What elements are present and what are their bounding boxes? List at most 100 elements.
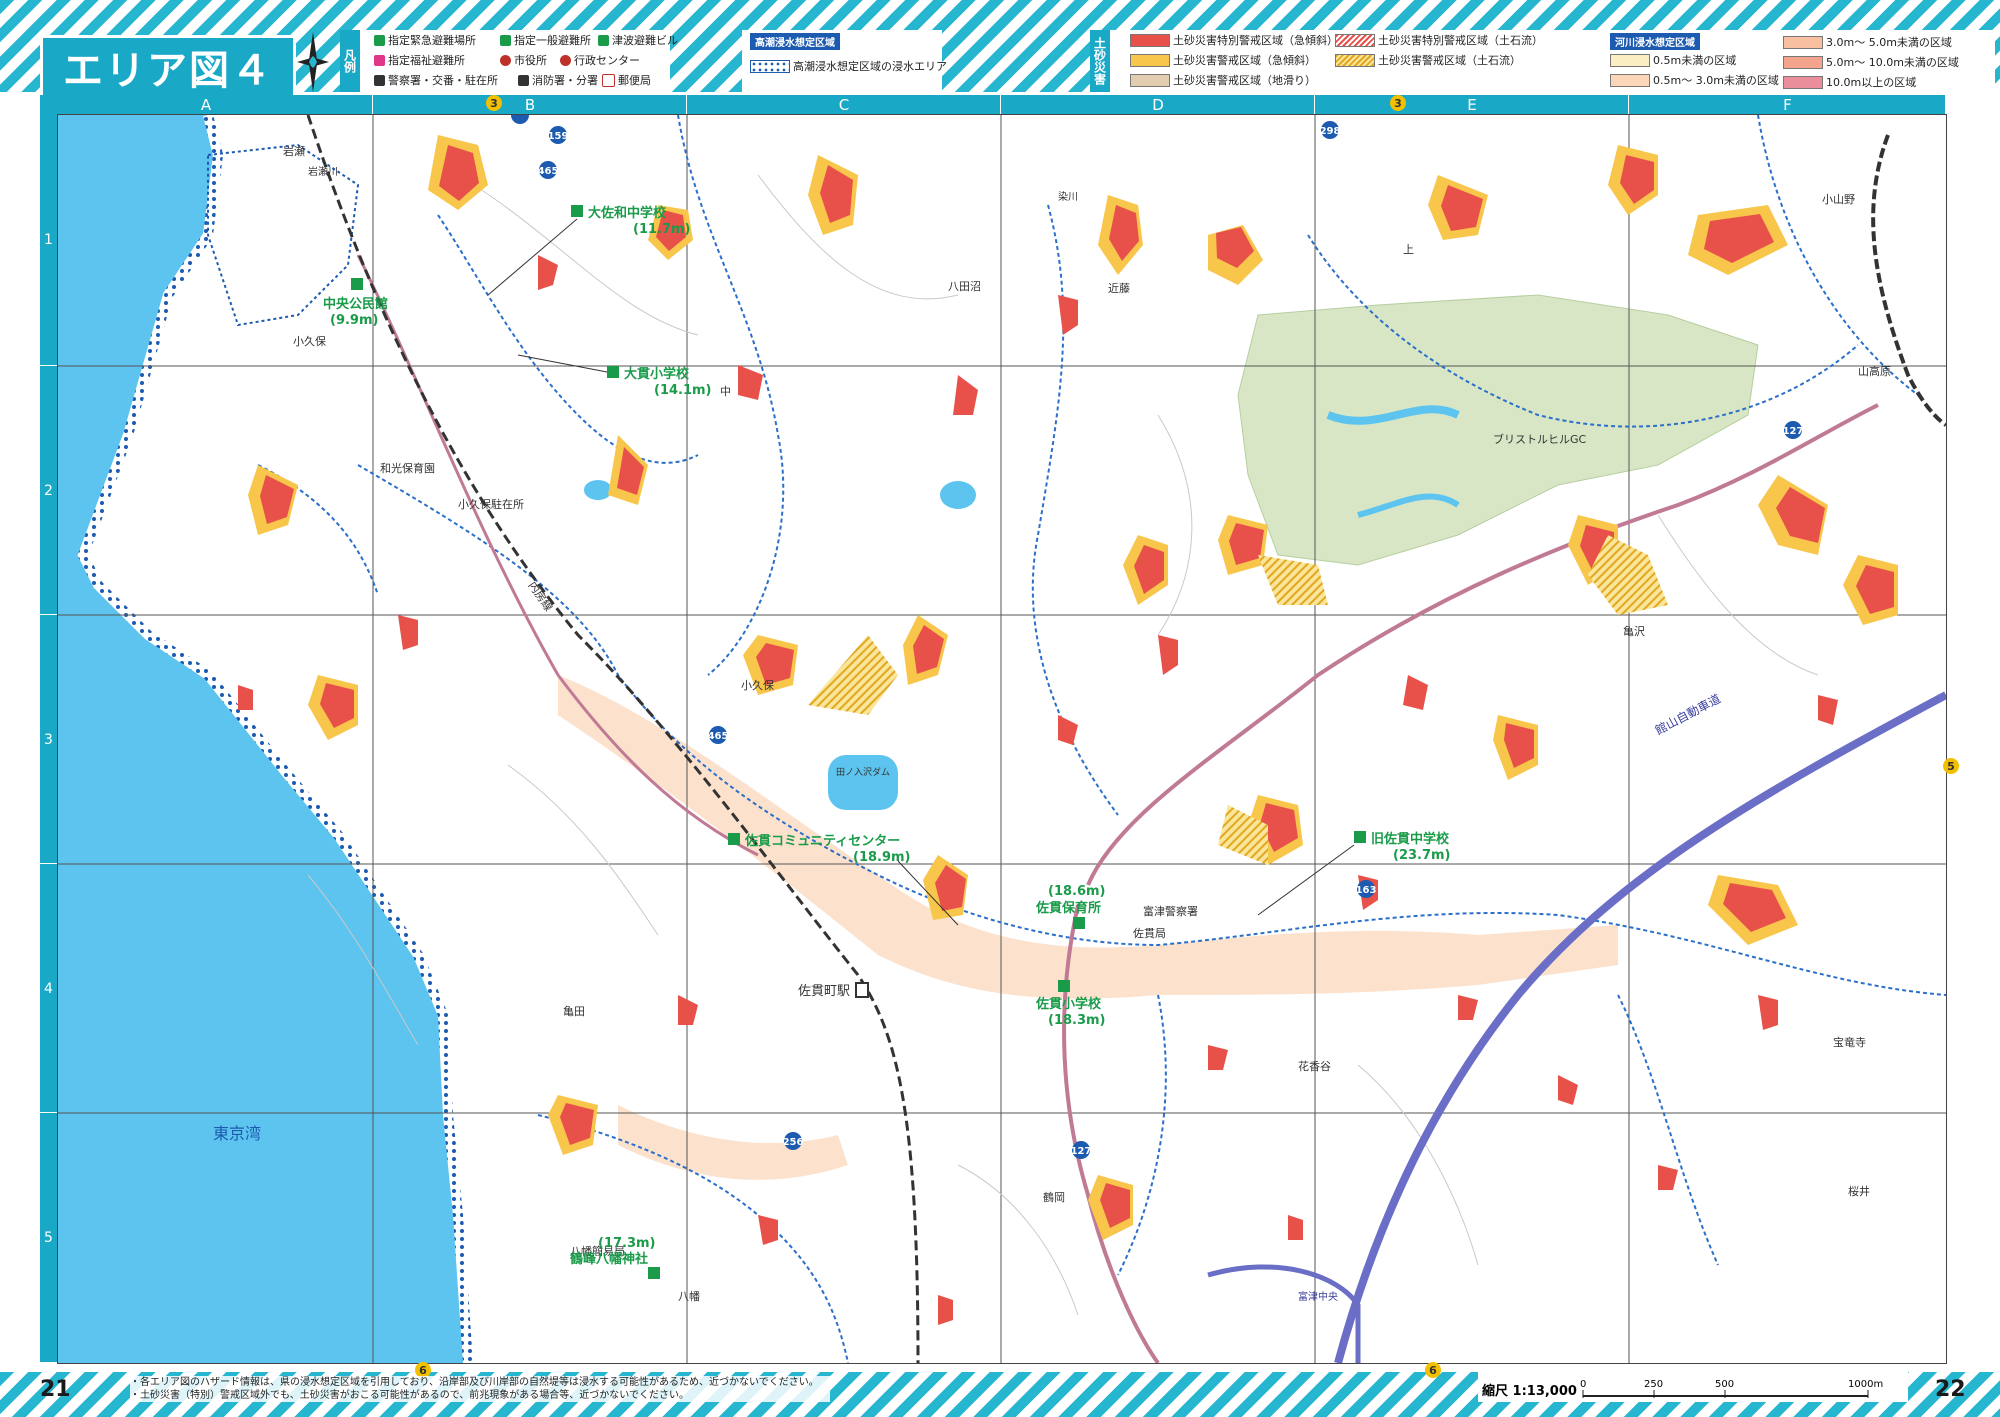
legend-item: 津波避難ビル: [598, 32, 678, 48]
route-shield: 465: [538, 161, 559, 179]
emergency-shelter-icon: [374, 34, 385, 46]
legend-item: 5.0m～ 10.0m未満の区域: [1783, 54, 1959, 70]
station-label: 佐貫町駅: [798, 984, 850, 999]
scale-tick: 500: [1715, 1379, 1734, 1390]
river-label: 岩瀬川: [308, 165, 338, 178]
legend-title: 土砂災害: [1090, 30, 1110, 92]
grid-col-label: F: [1628, 95, 1946, 114]
route-shield: 256: [783, 1132, 804, 1150]
place-label: 八田沼: [948, 279, 981, 293]
municipal-boundary: [1871, 134, 1946, 427]
svg-text:127: 127: [1071, 1146, 1092, 1157]
grid-col-label: E: [1314, 95, 1629, 114]
route-shield: 298: [1320, 121, 1341, 139]
grid-col-label: B: [372, 95, 687, 114]
scale-tick: 1000m: [1848, 1379, 1883, 1390]
place-label: 亀沢: [1623, 624, 1645, 638]
page-ref-badge[interactable]: 3: [486, 95, 502, 111]
page-ref-badge[interactable]: 3: [1390, 95, 1406, 111]
golf-course-area: [1237, 294, 1759, 566]
grid-col-label: D: [1000, 95, 1315, 114]
interchange-label: 富津中央: [1298, 1290, 1338, 1303]
general-shelter-icon: [500, 34, 511, 46]
shelter-marker: 中央公民館 (9.9m): [323, 278, 388, 328]
route-shield: [511, 115, 529, 124]
grid-col-label: A: [200, 95, 212, 114]
legend-item: 郵便局: [602, 72, 651, 88]
page-ref-badge[interactable]: 6: [1425, 1362, 1441, 1378]
place-label: 岩瀬: [283, 144, 305, 158]
place-label: 小山野: [1822, 193, 1855, 206]
grid-col-label: C: [686, 95, 1001, 114]
scale-tick: 250: [1644, 1379, 1663, 1390]
place-label: 近藤: [1108, 282, 1130, 295]
page-ref-badge[interactable]: 5: [1943, 758, 1959, 774]
svg-text:127: 127: [1783, 426, 1804, 437]
legend-item: 0.5m未満の区域: [1610, 52, 1736, 68]
storm-surge-swatch: [750, 59, 790, 73]
expressway-label: 館山自動車道: [1652, 691, 1723, 738]
place-label: 田ノ入沢ダム: [836, 766, 890, 778]
page-number-left: 21: [40, 1377, 71, 1402]
police-icon: [374, 74, 385, 86]
place-label: 小久保駐在所: [458, 497, 524, 511]
scale-bar: 縮尺 1:13,000 0 250 500 1000m: [1478, 1372, 1908, 1402]
city-hall-icon: [500, 54, 511, 66]
place-label: 花香谷: [1298, 1060, 1331, 1073]
shelter-name: 鶴峰八幡神社: [570, 1251, 648, 1267]
storm-surge-legend: 高潮浸水想定区域 高潮浸水想定区域の浸水エリア: [742, 30, 947, 92]
legend-heading: 高潮浸水想定区域: [750, 33, 840, 50]
shelter-name: 佐貫小学校: [1035, 996, 1102, 1012]
place-label: 上: [1403, 243, 1414, 256]
svg-text:163: 163: [1356, 885, 1377, 896]
page-number-right: 22: [1935, 1377, 1966, 1402]
svg-text:465: 465: [708, 731, 729, 742]
place-label: 鶴岡: [1043, 1190, 1065, 1204]
legend-item: 土砂災害警戒区域（急傾斜）: [1130, 52, 1316, 68]
place-label: 亀田: [563, 1004, 585, 1018]
shelter-elevation: (18.6m): [1048, 884, 1106, 899]
shelter-name: 大貫小学校: [624, 366, 690, 382]
post-office-icon: [602, 73, 615, 87]
hazard-legend: 土砂災害 土砂災害特別警戒区域（急傾斜） 土砂災害特別警戒区域（土石流） 土砂災…: [1090, 30, 1995, 92]
shelter-name: 旧佐貫中学校: [1371, 831, 1450, 847]
legend-item: 行政センター: [560, 52, 640, 68]
shelter-elevation: (11.7m): [633, 222, 691, 237]
footnote-line: ・土砂災害（特別）警戒区域外でも、土砂災害がおこる可能性があるので、前兆現象があ…: [130, 1390, 689, 1401]
shelter-marker: (18.6m) 佐貫保育所: [1035, 884, 1106, 929]
svg-text:465: 465: [538, 166, 559, 177]
svg-text:298: 298: [1320, 126, 1341, 137]
river-flood-zone: [558, 675, 1618, 999]
bay-label: 東京湾: [213, 1124, 261, 1143]
place-label: 山高原: [1858, 364, 1891, 378]
fire-station-icon: [518, 74, 529, 86]
place-label: 小久保: [741, 678, 774, 692]
station-icon: [855, 982, 869, 998]
hazard-map[interactable]: 159 298 127 163 256 465 127 465 岩瀬 小久保 和…: [57, 114, 1947, 1364]
legend-item: 土砂災害特別警戒区域（土石流）: [1335, 32, 1543, 48]
legend-title: 凡例: [340, 30, 360, 92]
shelter-elevation: (9.9m): [330, 313, 378, 328]
legend-item: 土砂災害警戒区域（土石流）: [1335, 52, 1521, 68]
legend-item: 土砂災害警戒区域（地滑り）: [1130, 72, 1316, 88]
shelter-elevation: (23.7m): [1393, 848, 1451, 863]
shelter-elevation: (14.1m): [654, 383, 712, 398]
place-label: ブリストルヒルGC: [1493, 432, 1587, 446]
route-shield: 159: [548, 126, 569, 144]
legend-item: 警察署・交番・駐在所: [374, 72, 498, 88]
legend-heading: 河川浸水想定区域: [1610, 33, 1700, 50]
route-number: 159: [548, 131, 569, 142]
reservoir: [828, 755, 898, 810]
footnote: ・各エリア図のハザード情報は、県の浸水想定区域を引用しており、沿岸部及び川岸部の…: [130, 1376, 830, 1402]
svg-text:256: 256: [783, 1137, 804, 1148]
grid-column-header: A B C D E F: [40, 95, 1945, 114]
legend-item: 10.0m以上の区域: [1783, 74, 1916, 90]
legend-item: 消防署・分署: [518, 72, 598, 88]
north-arrow-icon: [297, 32, 329, 92]
facility-legend: 凡例 指定緊急避難場所 指定一般避難所 津波避難ビル 指定福祉避難所 市役所 行…: [340, 30, 678, 92]
shelter-marker: 大貫小学校 (14.1m): [517, 354, 712, 398]
place-label: 中: [720, 385, 731, 398]
welfare-shelter-icon: [374, 54, 385, 66]
admin-center-icon: [560, 54, 571, 66]
place-label: 桜井: [1848, 1184, 1870, 1198]
